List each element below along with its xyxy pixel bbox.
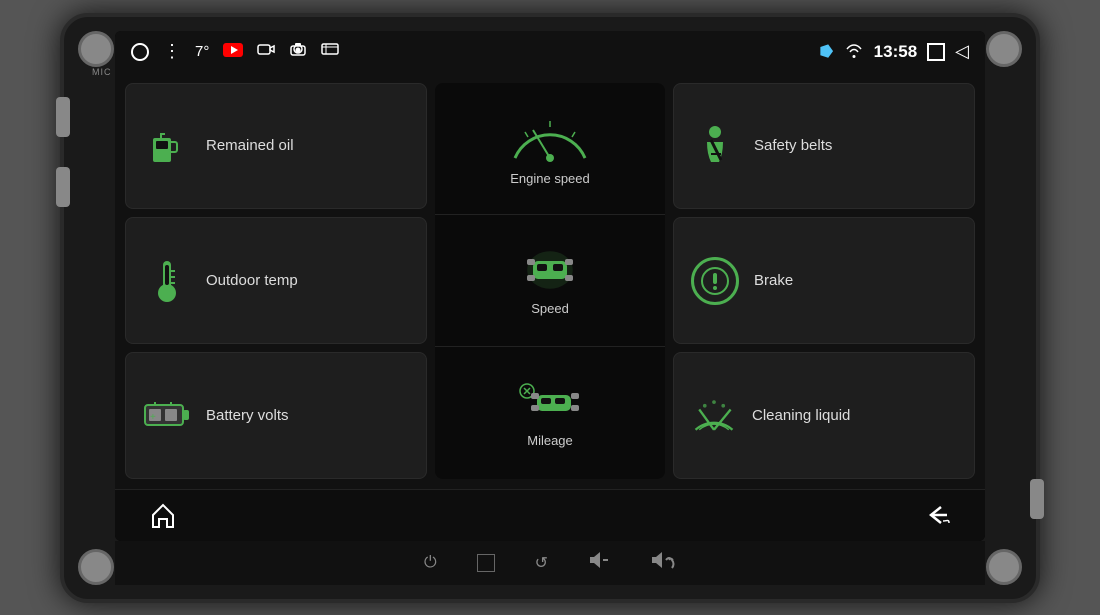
svg-text:-: -	[166, 412, 169, 423]
svg-text:+: +	[150, 412, 156, 423]
battery-volts-label: Battery volts	[206, 407, 289, 424]
corner-mount-tr	[986, 31, 1022, 67]
main-content: Remained oil Outdoor tem	[115, 73, 985, 489]
remained-oil-tile[interactable]: Remained oil	[125, 83, 427, 210]
back-button[interactable]	[919, 497, 955, 533]
screen: ⋮ 7° ⭓	[115, 31, 985, 541]
speed-car-svg	[515, 245, 585, 295]
mileage-car-svg	[515, 377, 585, 427]
vol-down-button[interactable]	[588, 551, 610, 574]
battery-volts-tile[interactable]: + - Battery volts	[125, 352, 427, 479]
corner-mount-bl	[78, 549, 114, 585]
corner-mount-tl	[78, 31, 114, 67]
status-bar: ⋮ 7° ⭓	[115, 31, 985, 73]
temperature-display: 7°	[195, 43, 209, 60]
mic-label: MIC	[92, 67, 112, 77]
right-column: Safety belts Bra	[673, 83, 975, 479]
oil-icon	[142, 121, 192, 171]
cleaning-liquid-tile[interactable]: Cleaning liquid	[673, 352, 975, 479]
seatbelt-icon	[690, 121, 740, 171]
mileage-label: Mileage	[527, 433, 573, 448]
status-right: ⭓ 13:58 ◁	[820, 41, 969, 62]
time-display: 13:58	[874, 42, 917, 62]
device-body: MIC ⋮ 7°	[60, 13, 1040, 603]
camera2-icon[interactable]	[289, 42, 307, 61]
remained-oil-label: Remained oil	[206, 137, 294, 154]
brake-label: Brake	[754, 272, 793, 289]
bottom-bar	[115, 489, 985, 541]
power-button[interactable]: ⏻	[424, 554, 437, 572]
engine-speed-label: Engine speed	[510, 171, 590, 186]
speedometer-svg	[505, 110, 595, 165]
battery-icon: + -	[142, 390, 192, 440]
right-button-bot[interactable]	[1030, 479, 1044, 519]
menu-icon[interactable]: ⋮	[163, 41, 181, 62]
home-button[interactable]	[145, 497, 181, 533]
corner-mount-br	[986, 549, 1022, 585]
home-icon[interactable]	[131, 43, 149, 61]
left-button-top[interactable]	[56, 97, 70, 137]
window-icon[interactable]	[927, 43, 945, 61]
status-left: ⋮ 7°	[131, 41, 339, 62]
outdoor-temp-label: Outdoor temp	[206, 272, 298, 289]
speed-label: Speed	[531, 301, 569, 316]
wiper-icon	[690, 395, 738, 435]
safety-belts-tile[interactable]: Safety belts	[673, 83, 975, 210]
brake-tile[interactable]: Brake	[673, 217, 975, 344]
camera1-icon[interactable]	[257, 42, 275, 61]
brake-icon	[690, 256, 740, 306]
cleaning-liquid-label: Cleaning liquid	[752, 407, 850, 424]
back-arrow-icon[interactable]: ◁	[955, 41, 969, 62]
physical-button-bar: ⏻ ↺	[115, 541, 985, 585]
wifi-icon	[844, 42, 864, 62]
thermometer-icon	[142, 256, 192, 306]
speed-panel[interactable]: Speed	[435, 215, 665, 347]
center-column: Engine speed	[435, 83, 665, 479]
mileage-panel[interactable]: Mileage	[435, 347, 665, 478]
back-phys-button[interactable]: ↺	[535, 553, 548, 573]
camera3-icon[interactable]	[321, 42, 339, 61]
youtube-icon[interactable]	[223, 43, 243, 60]
outdoor-temp-tile[interactable]: Outdoor temp	[125, 217, 427, 344]
left-column: Remained oil Outdoor tem	[125, 83, 427, 479]
home-phys-button[interactable]	[477, 554, 495, 572]
safety-belts-label: Safety belts	[754, 137, 832, 154]
engine-speed-panel[interactable]: Engine speed	[435, 83, 665, 215]
vol-up-button[interactable]	[650, 551, 676, 574]
left-button-mid[interactable]	[56, 167, 70, 207]
bluetooth-icon: ⭓	[820, 42, 834, 62]
